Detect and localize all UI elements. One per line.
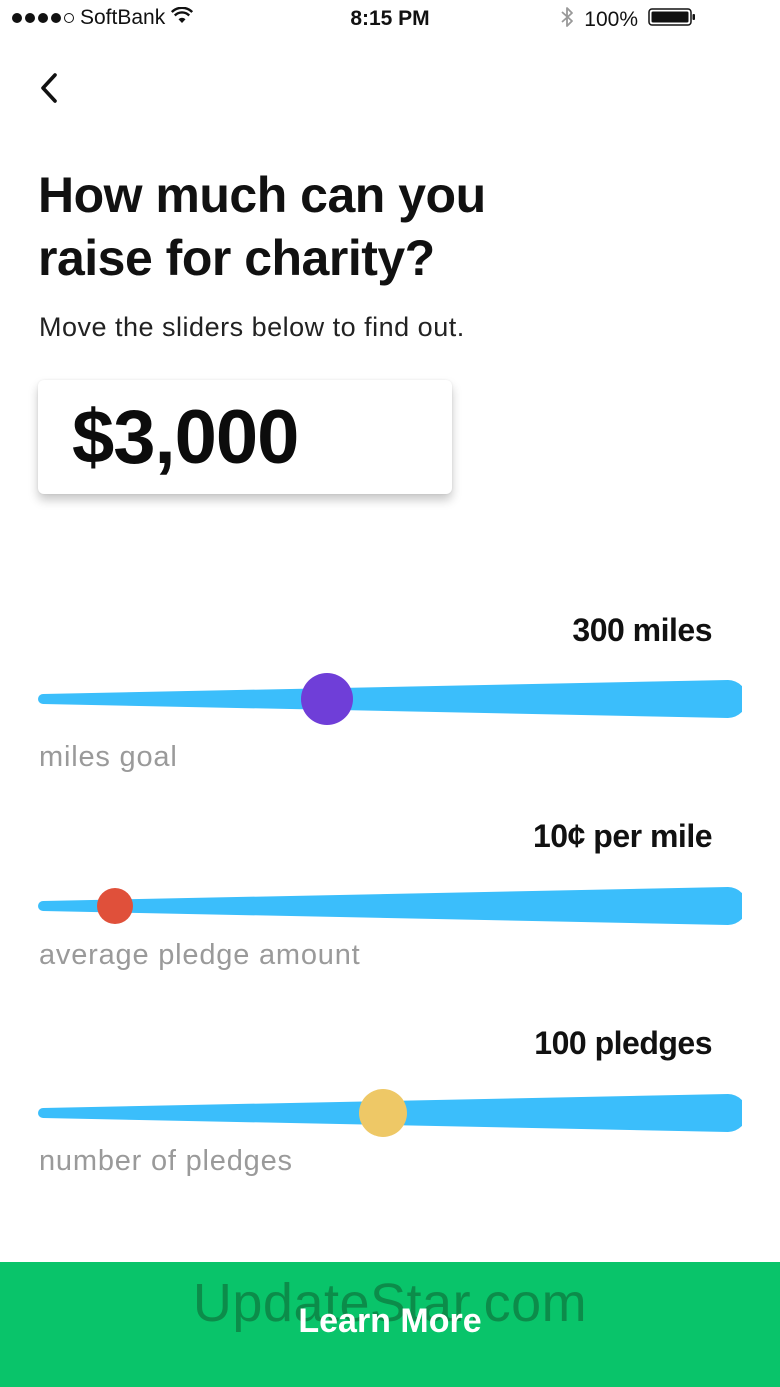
back-button[interactable] [32, 70, 66, 110]
pledge-amount-value: 10¢ per mile [533, 818, 713, 854]
status-right: 100% [560, 6, 696, 33]
pledge-count-slider-thumb[interactable] [358, 1089, 407, 1137]
status-bar: SoftBank 8:15 PM 100% [0, 0, 780, 40]
pledge-amount-slider[interactable] [38, 887, 747, 925]
miles-goal-label: miles goal [39, 741, 178, 773]
miles-goal-value: 300 miles [572, 612, 712, 648]
total-amount: $3,000 [72, 395, 299, 480]
page-subtitle: Move the sliders below to find out. [39, 312, 465, 342]
pledge-count-slider[interactable] [38, 1089, 747, 1137]
pledge-count-value: 100 pledges [534, 1025, 712, 1061]
pledge-amount-label: average pledge amount [39, 939, 361, 971]
pledge-count-label: number of pledges [39, 1145, 293, 1177]
miles-goal-slider-thumb[interactable] [300, 673, 353, 725]
battery-percent: 100% [584, 7, 638, 31]
miles-goal-slider[interactable] [38, 673, 747, 725]
battery-icon [648, 7, 696, 32]
page-title: How much can you raise for charity? [38, 167, 486, 286]
learn-more-button[interactable]: UpdateStar.com Learn More [0, 1262, 780, 1387]
chevron-left-icon [39, 72, 59, 109]
slider-track-shape [38, 887, 747, 925]
learn-more-label: Learn More [298, 1302, 482, 1340]
total-card: $3,000 [38, 380, 452, 494]
bluetooth-icon [560, 6, 574, 33]
slider-track-shape [38, 680, 747, 718]
